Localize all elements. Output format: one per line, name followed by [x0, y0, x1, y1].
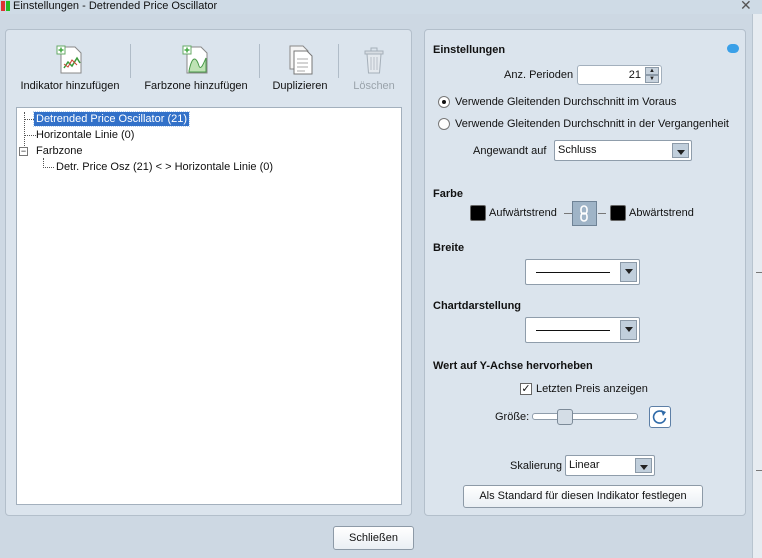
line-width-preview [536, 272, 610, 273]
up-color-swatch[interactable] [470, 205, 486, 221]
scaling-select[interactable]: Linear [565, 455, 655, 476]
spin-up-icon[interactable]: ▲ [645, 67, 659, 75]
tree-item-colorzone-child[interactable]: Detr. Price Osz (21) < > Horizontale Lin… [54, 160, 275, 174]
periods-label: Anz. Perioden [504, 69, 574, 81]
reset-size-button[interactable] [649, 406, 671, 428]
title-bar: Einstellungen - Detrended Price Oscillat… [0, 0, 762, 14]
frame-marker [756, 470, 762, 471]
duplicate-label: Duplizieren [272, 80, 328, 92]
chart-style-heading: Chartdarstellung [433, 300, 522, 312]
refresh-icon [652, 410, 667, 424]
link-connector [598, 213, 606, 214]
line-style-preview [536, 330, 610, 331]
close-icon[interactable]: ✕ [740, 0, 752, 14]
link-connector [564, 213, 572, 214]
help-bubble-icon[interactable] [727, 44, 739, 53]
down-color-swatch[interactable] [610, 205, 626, 221]
size-label: Größe: [495, 411, 530, 423]
collapse-icon[interactable]: − [19, 147, 28, 156]
add-colorzone-icon [182, 45, 208, 74]
trash-icon [364, 47, 384, 74]
toolbar-separator [338, 44, 339, 78]
radio-past-label: Verwende Gleitenden Durchschnitt in der … [455, 118, 729, 130]
chevron-down-icon [635, 458, 652, 473]
toolbar-separator [130, 44, 131, 78]
color-heading: Farbe [433, 188, 463, 200]
applied-label: Angewandt auf [473, 145, 547, 157]
close-button[interactable]: Schließen [333, 526, 414, 550]
window-title: Einstellungen - Detrended Price Oscillat… [13, 0, 218, 12]
chevron-down-icon [620, 262, 637, 282]
show-last-price-label: Letzten Preis anzeigen [536, 383, 648, 395]
show-last-price-checkbox[interactable]: ✓ [520, 383, 532, 395]
chevron-down-icon [672, 143, 689, 158]
line-width-select[interactable] [525, 259, 640, 285]
tree-item-horizontal-line[interactable]: Horizontale Linie (0) [34, 128, 136, 142]
tree-item-dpo[interactable]: Detrended Price Oscillator (21) [32, 111, 191, 127]
down-color-label: Abwärtstrend [629, 207, 694, 219]
size-slider-track[interactable] [532, 413, 638, 420]
tree-item-colorzone[interactable]: Farbzone [34, 144, 84, 158]
frame-marker [756, 272, 762, 273]
duplicate-icon [289, 45, 313, 75]
window-frame-edge [752, 14, 762, 558]
scaling-label: Skalierung [510, 460, 562, 472]
up-color-label: Aufwärtstrend [489, 207, 557, 219]
add-indicator-icon [56, 45, 82, 74]
add-indicator-label: Indikator hinzufügen [20, 80, 120, 92]
set-default-button[interactable]: Als Standard für diesen Indikator festle… [463, 485, 703, 508]
chain-link-icon [580, 205, 588, 222]
radio-forward[interactable] [438, 96, 450, 108]
yaxis-heading: Wert auf Y-Achse hervorheben [433, 360, 593, 372]
line-style-select[interactable] [525, 317, 640, 343]
spin-down-icon[interactable]: ▼ [645, 75, 659, 83]
scaling-value: Linear [569, 459, 600, 471]
applied-select[interactable]: Schluss [554, 140, 692, 161]
periods-value[interactable]: 21 [629, 69, 641, 81]
settings-heading: Einstellungen [433, 44, 506, 56]
radio-past[interactable] [438, 118, 450, 130]
add-colorzone-label: Farbzone hinzufügen [144, 80, 248, 92]
applied-value: Schluss [558, 144, 597, 156]
tree-connector [43, 167, 54, 168]
toolbar-separator [259, 44, 260, 78]
periods-spinner[interactable]: 21 ▲ ▼ [577, 65, 662, 85]
size-slider-thumb[interactable] [557, 409, 573, 425]
radio-forward-label: Verwende Gleitenden Durchschnitt im Vora… [455, 96, 677, 108]
link-colors-button[interactable] [572, 201, 597, 226]
delete-label: Löschen [353, 80, 395, 92]
chevron-down-icon [620, 320, 637, 340]
app-icon [1, 0, 11, 12]
width-heading: Breite [433, 242, 465, 254]
